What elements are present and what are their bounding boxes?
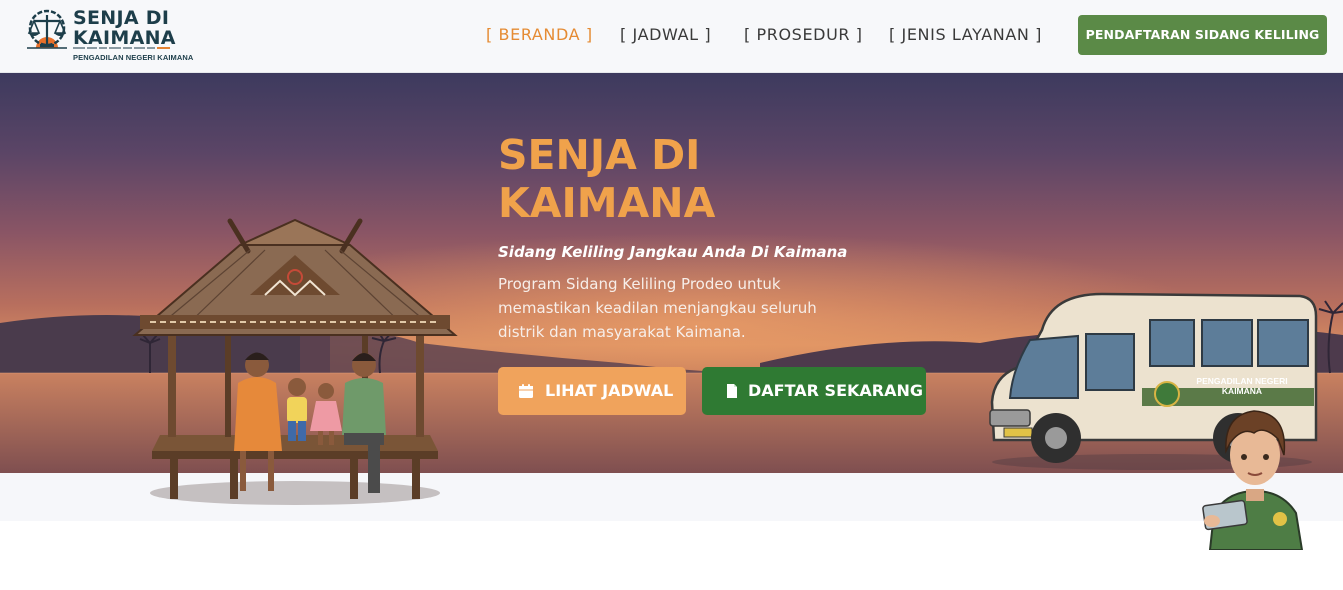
site-logo[interactable]: SENJA DI KAIMANA PENGADILAN NEGERI KAIMA… <box>24 8 193 64</box>
view-schedule-label: LIHAT JADWAL <box>545 381 674 400</box>
logo-tagline-decoration <box>73 47 176 51</box>
register-now-label: DAFTAR SEKARANG <box>748 381 923 400</box>
nav-link-beranda[interactable]: [ BERANDA ] <box>486 24 593 46</box>
hero-title: SENJA DI KAIMANA <box>498 131 715 227</box>
registration-button[interactable]: PENDAFTARAN SIDANG KELILING <box>1078 15 1327 55</box>
hero-description: Program Sidang Keliling Prodeo untuk mem… <box>498 275 817 341</box>
family-gazebo-illustration <box>132 218 458 505</box>
logo-title-line1: SENJA DI <box>73 7 170 29</box>
page: SENJA DI KAIMANA PENGADILAN NEGERI KAIMA… <box>0 0 1343 590</box>
document-icon <box>727 384 737 398</box>
nav-link-jenis-layanan[interactable]: [ JENIS LAYANAN ] <box>889 24 1042 46</box>
logo-title: SENJA DI KAIMANA <box>73 8 176 48</box>
logo-subtitle: PENGADILAN NEGERI KAIMANA <box>73 53 194 62</box>
scales-of-justice-icon <box>27 9 67 62</box>
nav-link-prosedur[interactable]: [ PROSEDUR ] <box>744 24 863 46</box>
navbar: SENJA DI KAIMANA PENGADILAN NEGERI KAIMA… <box>0 0 1343 73</box>
register-now-button[interactable]: DAFTAR SEKARANG <box>702 367 926 415</box>
hero-title-line2: KAIMANA <box>498 179 716 227</box>
calendar-icon <box>519 384 533 398</box>
logo-title-line2: KAIMANA <box>73 27 176 49</box>
court-officer-illustration <box>1202 410 1304 550</box>
hero-subtitle: Sidang Keliling Jangkau Anda Di Kaimana <box>498 243 848 261</box>
van-label-line1: PENGADILAN NEGERI <box>1196 376 1287 386</box>
hero-title-line1: SENJA DI <box>498 131 701 179</box>
nav-link-jadwal[interactable]: [ JADWAL ] <box>620 24 711 46</box>
view-schedule-button[interactable]: LIHAT JADWAL <box>498 367 686 415</box>
